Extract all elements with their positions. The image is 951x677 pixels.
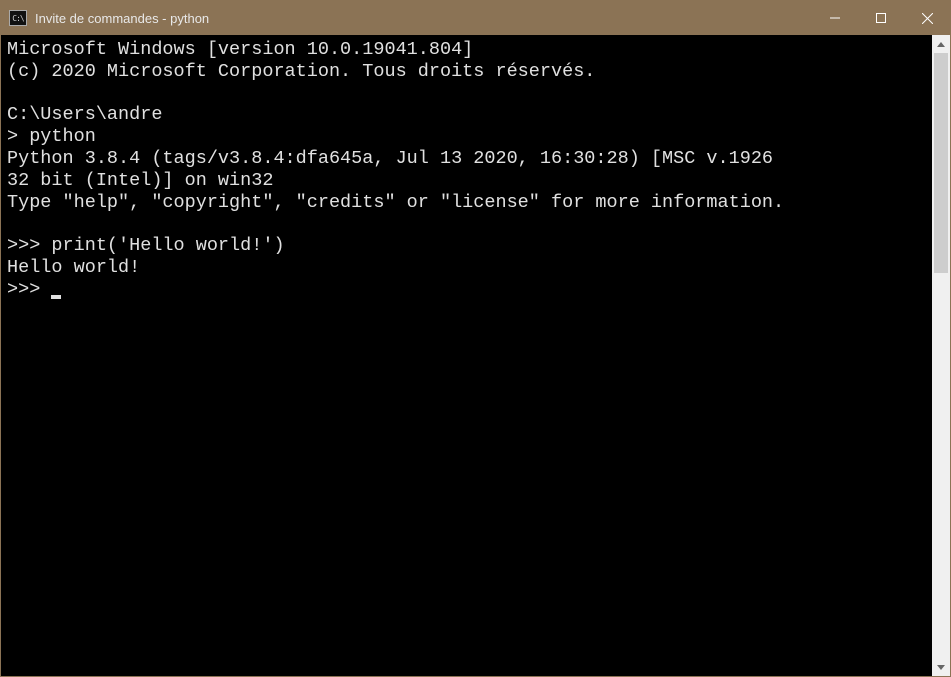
output-line: 32 bit (Intel)] on win32	[7, 170, 926, 192]
vertical-scrollbar[interactable]	[932, 35, 950, 676]
titlebar[interactable]: C:\ Invite de commandes - python	[1, 1, 950, 35]
output-line: C:\Users\andre	[7, 104, 926, 126]
output-line: Python 3.8.4 (tags/v3.8.4:dfa645a, Jul 1…	[7, 148, 926, 170]
cursor	[51, 295, 61, 299]
close-icon	[922, 13, 933, 24]
scrollbar-track[interactable]	[932, 53, 950, 658]
scroll-up-button[interactable]	[932, 35, 950, 53]
window-controls	[812, 1, 950, 35]
minimize-button[interactable]	[812, 1, 858, 35]
app-icon: C:\	[9, 10, 27, 26]
output-line	[7, 83, 926, 105]
maximize-icon	[876, 13, 886, 23]
close-button[interactable]	[904, 1, 950, 35]
output-line: Microsoft Windows [version 10.0.19041.80…	[7, 39, 926, 61]
output-line	[7, 214, 926, 236]
output-line: (c) 2020 Microsoft Corporation. Tous dro…	[7, 61, 926, 83]
output-line: >>> print('Hello world!')	[7, 235, 926, 257]
chevron-down-icon	[937, 665, 945, 670]
output-line: > python	[7, 126, 926, 148]
scrollbar-thumb[interactable]	[934, 53, 948, 273]
prompt-line: >>>	[7, 279, 926, 301]
output-line: Hello world!	[7, 257, 926, 279]
maximize-button[interactable]	[858, 1, 904, 35]
chevron-up-icon	[937, 42, 945, 47]
window-title: Invite de commandes - python	[35, 11, 812, 26]
command-prompt-window: C:\ Invite de commandes - python Mic	[0, 0, 951, 677]
terminal-content[interactable]: Microsoft Windows [version 10.0.19041.80…	[1, 35, 932, 676]
prompt-text: >>>	[7, 279, 51, 300]
terminal-body: Microsoft Windows [version 10.0.19041.80…	[1, 35, 950, 676]
minimize-icon	[830, 13, 840, 23]
scroll-down-button[interactable]	[932, 658, 950, 676]
output-line: Type "help", "copyright", "credits" or "…	[7, 192, 926, 214]
